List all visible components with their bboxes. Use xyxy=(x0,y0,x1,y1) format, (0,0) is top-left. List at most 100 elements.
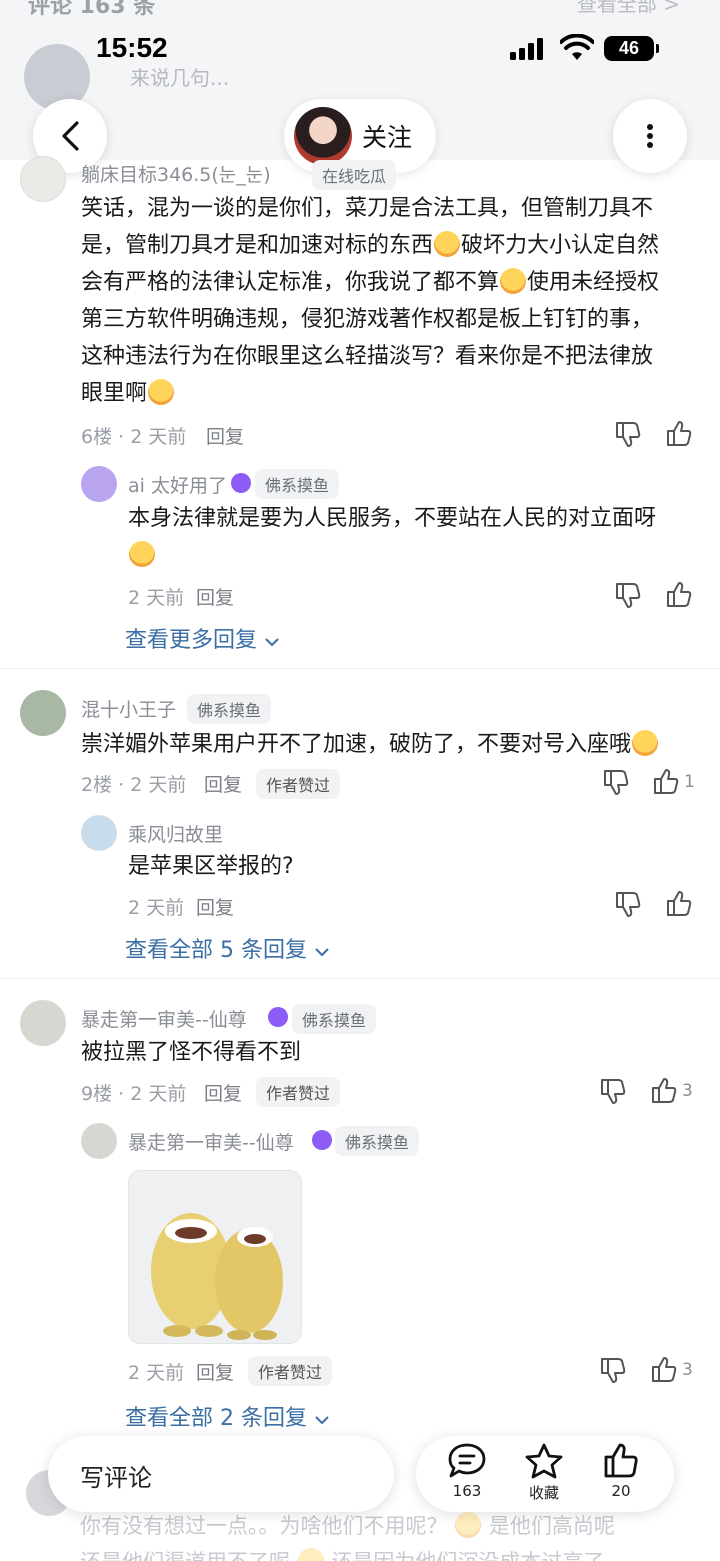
reply-button[interactable]: 回复 xyxy=(196,893,234,920)
chevron-down-icon xyxy=(315,1416,329,1425)
reply-button[interactable]: 回复 xyxy=(206,422,244,449)
cellular-signal-icon xyxy=(510,38,543,60)
reply-line xyxy=(128,537,698,574)
comment-line: 眼里啊 xyxy=(81,375,701,412)
wifi-icon xyxy=(560,34,594,60)
more-vertical-icon xyxy=(647,124,653,148)
avatar[interactable] xyxy=(81,1123,117,1159)
avatar[interactable] xyxy=(81,815,117,851)
avatar[interactable] xyxy=(20,1000,66,1046)
comment-text: 被拉黑了怪不得看不到 xyxy=(81,1034,701,1071)
comment-line: 第三方软件明确违规，侵犯游戏著作权都是板上钉钉的事， xyxy=(81,307,654,332)
avatar[interactable] xyxy=(81,466,117,502)
reply-text: 是苹果区举报的? xyxy=(128,848,698,885)
comment-line: 被拉黑了怪不得看不到 xyxy=(81,1040,302,1065)
like-icon[interactable] xyxy=(664,419,694,449)
like-count: 3 xyxy=(682,1360,693,1380)
more-options-button[interactable] xyxy=(613,99,687,173)
comments-button[interactable]: 163 xyxy=(432,1442,502,1500)
dislike-icon[interactable] xyxy=(598,1076,628,1106)
level-badge-icon xyxy=(312,1130,332,1150)
emoji-icon xyxy=(148,379,175,405)
like-icon[interactable] xyxy=(651,767,681,797)
level-badge-icon xyxy=(268,1007,288,1027)
like-count: 20 xyxy=(611,1482,631,1500)
dislike-icon[interactable] xyxy=(601,767,631,797)
chevron-left-icon xyxy=(62,121,79,151)
reply-username[interactable]: 乘风归故里 xyxy=(128,820,223,847)
level-badge-icon xyxy=(231,473,251,493)
reply-line: 本身法律就是要为人民服务，不要站在人民的对立面呀 xyxy=(128,506,657,531)
comment-bubble-icon xyxy=(448,1443,486,1478)
chevron-down-icon xyxy=(265,638,279,647)
divider xyxy=(0,668,720,669)
like-icon[interactable] xyxy=(649,1076,679,1106)
author-liked-badge: 作者赞过 xyxy=(248,1356,333,1386)
user-tag: 佛系摸鱼 xyxy=(187,694,272,724)
like-post-button[interactable]: 20 xyxy=(586,1442,656,1500)
emoji-icon xyxy=(434,231,461,257)
like-count: 1 xyxy=(684,772,695,792)
emoji-icon xyxy=(129,541,155,567)
reply-meta: 2 天前 xyxy=(128,897,185,919)
author-liked-badge: 作者赞过 xyxy=(256,769,341,799)
comment-username[interactable]: 混十小王子 xyxy=(81,695,176,722)
user-tag: 佛系摸鱼 xyxy=(255,469,340,499)
star-icon xyxy=(525,1443,563,1479)
comment-username[interactable]: 躺床目标346.5(눈_눈) xyxy=(81,160,271,187)
thumbs-up-icon xyxy=(604,1443,638,1478)
emoji-icon xyxy=(632,730,659,756)
write-comment-input[interactable]: 写评论 xyxy=(48,1436,394,1512)
reply-button[interactable]: 回复 xyxy=(196,583,234,610)
comment-line: 笑话，混为一谈的是你们，菜刀是合法工具，但管制刀具不 xyxy=(81,196,654,221)
follow-label: 关注 xyxy=(362,123,413,152)
dislike-icon[interactable] xyxy=(613,580,643,610)
action-bar: 163 收藏 20 xyxy=(416,1436,674,1512)
comment-line: 会有严格的法律认定标准，你我说了都不算 使用未经授权 xyxy=(81,268,660,295)
avatar[interactable] xyxy=(20,156,66,202)
reply-button[interactable]: 回复 xyxy=(196,1358,234,1385)
avatar[interactable] xyxy=(20,690,66,736)
reply-meta: 2 天前 xyxy=(128,1362,185,1384)
author-avatar xyxy=(294,107,352,165)
reply-username[interactable]: ai 太好用了 xyxy=(128,471,227,498)
like-icon[interactable] xyxy=(664,580,694,610)
next-comment-text: 你有没有想过一点。。为啥他们不用呢？ 是他们高尚呢 xyxy=(80,1512,615,1538)
comment-username[interactable]: 暴走第一审美--仙尊 xyxy=(81,1005,247,1032)
user-tag: 佛系摸鱼 xyxy=(335,1126,420,1156)
comment-text: 笑话，混为一谈的是你们，菜刀是合法工具，但管制刀具不 是，管制刀具才是和加速对标… xyxy=(81,190,701,412)
status-time: 15:52 xyxy=(96,32,168,63)
view-more-replies-link[interactable]: 查看更多回复 xyxy=(125,622,280,654)
comment-line: 崇洋媚外苹果用户开不了加速，破防了，不要对号入座哦 xyxy=(81,726,701,763)
comment-line: 是，管制刀具才是和加速对标的东西 破坏力大小认定自然 xyxy=(81,231,660,258)
reply-text: 本身法律就是要为人民服务，不要站在人民的对立面呀 xyxy=(128,500,698,574)
like-icon[interactable] xyxy=(664,889,694,919)
dislike-icon[interactable] xyxy=(613,419,643,449)
comment-text: 崇洋媚外苹果用户开不了加速，破防了，不要对号入座哦 xyxy=(81,726,701,763)
comment-line: 这种违法行为在你眼里这么轻描淡写？看来你是不把法律放 xyxy=(81,344,654,369)
favorite-button[interactable]: 收藏 xyxy=(509,1442,579,1503)
dislike-icon[interactable] xyxy=(598,1355,628,1385)
view-more-replies-link[interactable]: 查看全部 5 条回复 xyxy=(125,932,330,964)
comment-count: 163 xyxy=(452,1482,482,1500)
reply-meta: 2 天前 xyxy=(128,587,185,609)
reply-button[interactable]: 回复 xyxy=(204,770,242,797)
comment-meta: 2楼 · 2 天前 xyxy=(81,774,187,796)
dislike-icon[interactable] xyxy=(613,889,643,919)
reply-button[interactable]: 回复 xyxy=(204,1079,242,1106)
comment-meta: 6楼 · 2 天前 xyxy=(81,426,187,448)
battery-indicator: 46 xyxy=(604,36,659,61)
comment-meta: 9楼 · 2 天前 xyxy=(81,1083,187,1105)
like-icon[interactable] xyxy=(649,1355,679,1385)
reply-image[interactable] xyxy=(128,1170,302,1344)
emoji-icon xyxy=(455,1512,482,1538)
user-tag: 佛系摸鱼 xyxy=(292,1004,377,1034)
status-bar: 15:52 46 xyxy=(0,0,720,96)
favorite-label: 收藏 xyxy=(528,1484,559,1502)
user-tag: 在线吃瓜 xyxy=(312,160,397,190)
view-more-replies-link[interactable]: 查看全部 2 条回复 xyxy=(125,1400,330,1432)
next-comment-text: 还是他们渠道用不了呢 还是因为他们沉没成本过高了 xyxy=(80,1546,604,1561)
emoji-icon xyxy=(297,1548,324,1561)
laughing-characters-image xyxy=(129,1171,301,1343)
reply-username[interactable]: 暴走第一审美--仙尊 xyxy=(128,1128,294,1155)
